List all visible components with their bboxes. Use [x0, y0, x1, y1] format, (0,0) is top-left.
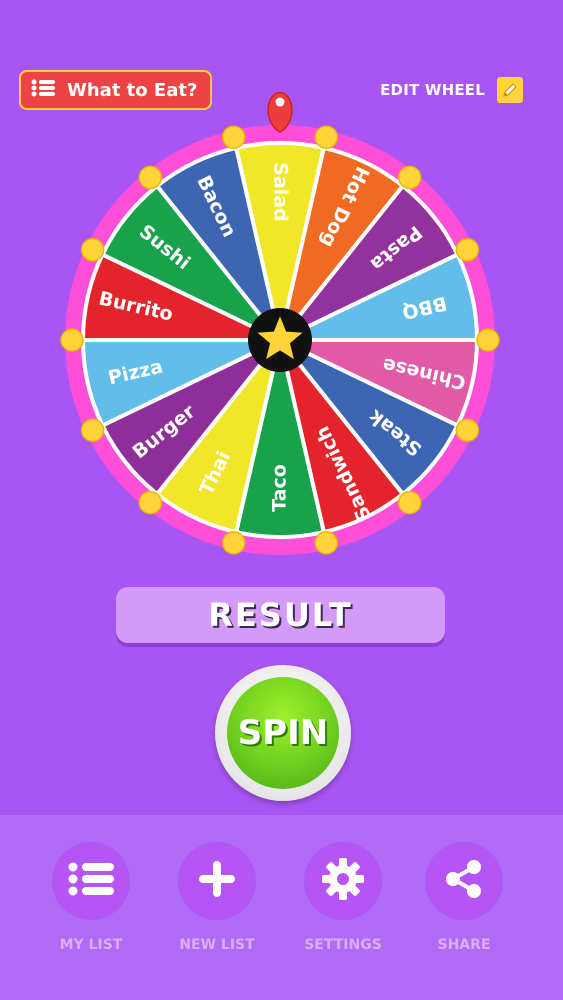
wheel-peg	[314, 531, 339, 555]
nav-circle	[305, 843, 381, 919]
result-display: RESULT	[116, 587, 445, 643]
list-icon	[68, 861, 114, 901]
wheel-peg	[80, 418, 105, 442]
wheel-peg	[138, 490, 163, 515]
wheel-peg	[455, 238, 480, 262]
wheel-hub	[248, 308, 312, 372]
nav-label: SETTINGS	[304, 937, 382, 953]
nav-label: MY LIST	[59, 937, 123, 953]
nav-my-list[interactable]: MY LIST	[31, 843, 151, 953]
wheel-segment-label: Salad	[270, 162, 292, 221]
spin-button-face: SPIN	[227, 677, 339, 789]
nav-circle	[179, 843, 255, 919]
nav-share[interactable]: SHARE	[404, 843, 524, 953]
wheel-segment-label: Taco	[269, 464, 291, 512]
nav-circle	[426, 843, 502, 919]
nav-settings[interactable]: SETTINGS	[283, 843, 403, 953]
share-icon	[443, 858, 485, 904]
wheel-peg	[138, 165, 163, 190]
wheel-peg	[221, 531, 246, 555]
bottom-nav: MY LIST NEW LIST SETTINGS SHARE	[0, 815, 563, 1000]
gear-icon	[321, 857, 365, 905]
result-label: RESULT	[208, 596, 353, 634]
pencil-icon	[497, 77, 523, 103]
wheel-peg	[80, 238, 105, 262]
list-icon	[31, 78, 55, 102]
wheel-peg	[314, 125, 339, 149]
wheel-peg	[397, 165, 422, 190]
plus-icon	[197, 859, 237, 903]
nav-new-list[interactable]: NEW LIST	[157, 843, 277, 953]
wheel-peg	[476, 328, 500, 352]
nav-circle	[53, 843, 129, 919]
spin-label: SPIN	[237, 713, 329, 753]
nav-label: SHARE	[437, 937, 491, 953]
wheel-peg	[455, 418, 480, 442]
wheel-peg	[397, 490, 422, 515]
wheel-peg	[60, 328, 84, 352]
spin-button[interactable]: SPIN	[215, 665, 351, 801]
nav-label: NEW LIST	[179, 937, 255, 953]
spin-wheel[interactable]: Salad Hot DogPastaBBQChineseSteakSandwich…	[60, 85, 500, 555]
wheel-peg	[221, 125, 246, 149]
